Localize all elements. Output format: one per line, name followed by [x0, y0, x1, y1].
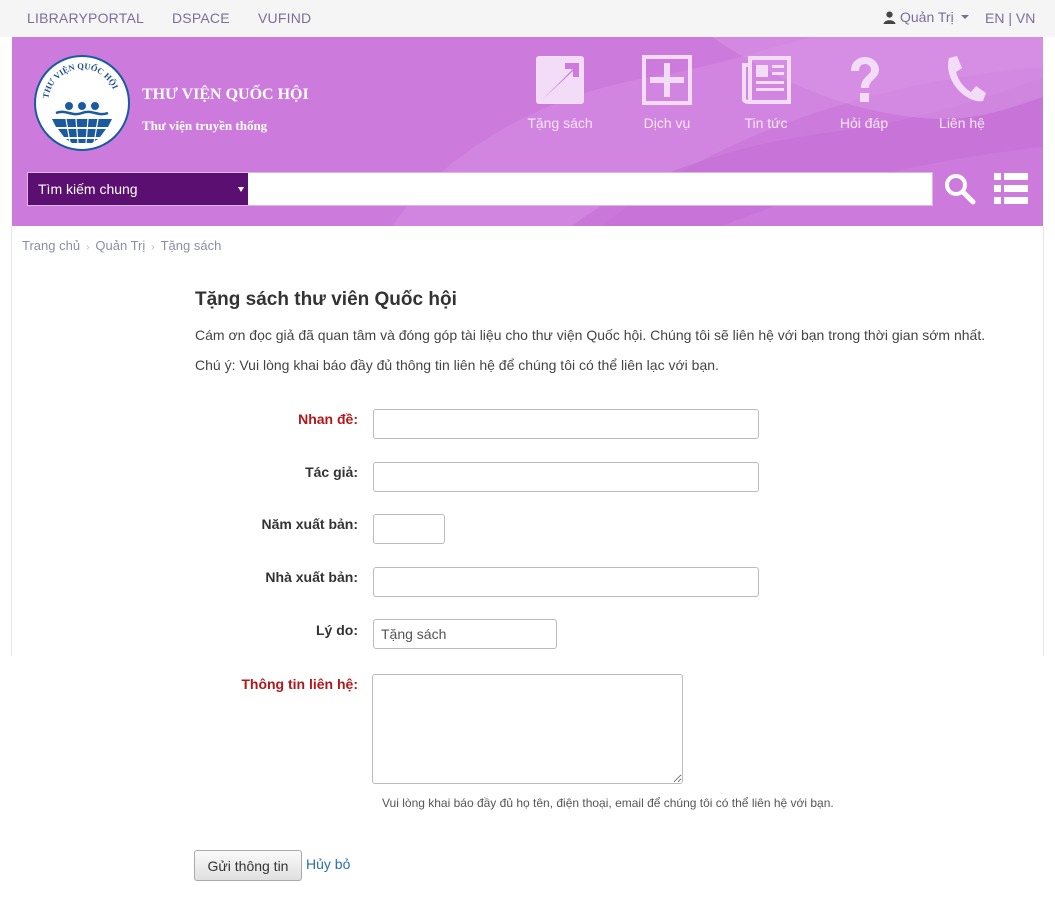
- nav-services[interactable]: Dịch vụ: [622, 55, 712, 131]
- content-border-left: [11, 226, 12, 656]
- contact-label: Thông tin liên hệ:: [241, 676, 358, 692]
- user-menu-label: Quản Trị: [900, 9, 954, 25]
- year-label: Năm xuất bản:: [261, 516, 358, 532]
- reason-input[interactable]: [373, 619, 557, 649]
- nav-news-label: Tin tức: [744, 115, 788, 131]
- library-seal-icon: THƯ VIỆN QUỐC HỘI: [40, 61, 121, 144]
- reason-label: Lý do:: [316, 622, 358, 638]
- nav-faq[interactable]: Hỏi đáp: [819, 55, 909, 131]
- dropdown-arrow-icon: [238, 187, 244, 192]
- breadcrumb-admin[interactable]: Quản Trị: [95, 238, 145, 253]
- cancel-link[interactable]: Hủy bỏ: [306, 856, 350, 872]
- list-menu-icon: [994, 173, 1028, 204]
- library-logo[interactable]: THƯ VIỆN QUỐC HỘI: [34, 55, 130, 151]
- breadcrumb-separator: ›: [151, 242, 155, 253]
- contact-hint: Vui lòng khai báo đầy đủ họ tên, điện th…: [382, 796, 834, 810]
- question-icon: [851, 57, 879, 102]
- publisher-input[interactable]: [373, 567, 759, 597]
- search-type-select[interactable]: Tìm kiếm chung: [28, 173, 248, 205]
- search-icon: [945, 174, 976, 205]
- author-label: Tác giả:: [305, 464, 358, 480]
- publisher-label: Nhà xuất bản:: [265, 569, 358, 585]
- title-label: Nhan đề:: [298, 411, 358, 427]
- donate-icon: [536, 56, 584, 104]
- language-switch[interactable]: EN | VN: [985, 10, 1035, 26]
- submit-button[interactable]: Gửi thông tin: [194, 850, 302, 881]
- nav-contact[interactable]: Liên hệ: [917, 55, 1007, 131]
- phone-icon: [948, 56, 986, 102]
- menu-button[interactable]: [993, 172, 1029, 206]
- brand-title[interactable]: THƯ VIỆN QUỐC HỘI: [142, 86, 309, 104]
- top-navbar: LIBRARYPORTAL DSPACE VUFIND Quản Trị EN …: [0, 0, 1055, 37]
- breadcrumb-current[interactable]: Tặng sách: [161, 238, 222, 253]
- year-input[interactable]: [373, 514, 445, 544]
- nav-link-libraryportal[interactable]: LIBRARYPORTAL: [27, 10, 144, 26]
- intro-text: Cám ơn đọc giả đã quan tâm và đóng góp t…: [195, 327, 986, 343]
- nav-news[interactable]: Tin tức: [721, 55, 811, 131]
- user-icon: [883, 11, 896, 24]
- breadcrumb-separator: ›: [86, 242, 90, 253]
- nav-donate-book[interactable]: Tặng sách: [515, 55, 605, 131]
- logo-arc-text: THƯ VIỆN QUỐC HỘI: [40, 61, 120, 99]
- newspaper-icon: [742, 56, 791, 104]
- header-banner: THƯ VIỆN QUỐC HỘI THƯ VIỆN QUỐC HỘI Thư …: [12, 37, 1043, 226]
- nav-services-label: Dịch vụ: [643, 115, 691, 131]
- chevron-down-icon: [960, 15, 969, 19]
- svg-text:THƯ VIỆN QUỐC HỘI: THƯ VIỆN QUỐC HỘI: [40, 61, 120, 99]
- search-bar: Tìm kiếm chung: [27, 172, 933, 206]
- search-input[interactable]: [249, 173, 932, 205]
- breadcrumb: Trang chủ › Quản Trị › Tặng sách: [22, 238, 221, 253]
- page-title: Tặng sách thư viên Quốc hội: [195, 289, 457, 310]
- note-text: Chú ý: Vui lòng khai báo đầy đủ thông ti…: [195, 357, 719, 373]
- search-type-label: Tìm kiếm chung: [38, 181, 138, 197]
- nav-contact-label: Liên hệ: [939, 115, 985, 131]
- nav-link-vufind[interactable]: VUFIND: [258, 10, 311, 26]
- author-input[interactable]: [373, 462, 759, 492]
- content-border-right: [1043, 226, 1044, 656]
- nav-faq-label: Hỏi đáp: [839, 115, 889, 131]
- nav-link-dspace[interactable]: DSPACE: [172, 10, 230, 26]
- breadcrumb-home[interactable]: Trang chủ: [22, 238, 80, 253]
- title-input[interactable]: [373, 409, 759, 439]
- search-button[interactable]: [944, 172, 976, 206]
- contact-textarea[interactable]: [372, 674, 683, 784]
- nav-donate-label: Tặng sách: [527, 115, 593, 131]
- plus-box-icon: [642, 55, 692, 105]
- user-menu[interactable]: Quản Trị: [883, 9, 969, 25]
- brand-subtitle: Thư viện truyền thống: [142, 118, 268, 133]
